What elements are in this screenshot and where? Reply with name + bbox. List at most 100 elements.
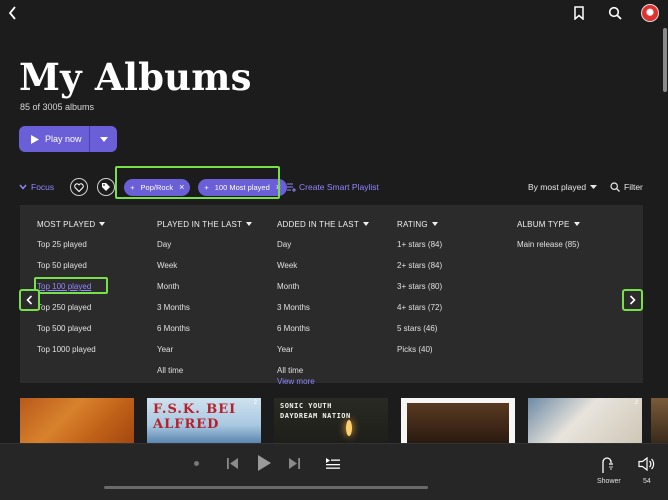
focus-item[interactable]: 2+ stars (84) (397, 261, 442, 270)
queue-icon[interactable] (325, 456, 341, 470)
focus-item[interactable]: Month (157, 282, 179, 291)
highlight-box (34, 277, 108, 294)
player-bar (0, 443, 668, 500)
volume-icon[interactable] (638, 456, 656, 472)
caret-down-icon (362, 222, 369, 226)
bookmark-icon[interactable] (570, 4, 588, 22)
album-cover[interactable]: 2 (528, 398, 642, 443)
chevron-down-icon (19, 184, 27, 190)
tag-icon (102, 183, 111, 191)
create-smart-playlist-link[interactable]: Create Smart Playlist (287, 182, 379, 192)
album-art (407, 403, 509, 443)
play-options-button[interactable] (90, 126, 117, 152)
focus-item[interactable]: Month (277, 282, 299, 291)
album-cover[interactable]: F.S.K. BEI ALFRED 2 (147, 398, 261, 443)
focus-item[interactable]: All time (157, 366, 183, 375)
album-art-text: DAYDREAM NATION (280, 412, 351, 420)
caret-down-icon (246, 222, 253, 226)
focus-item[interactable]: Main release (85) (517, 240, 579, 249)
candle-flame (346, 420, 352, 436)
album-cover[interactable]: SONIC YOUTH DAYDREAM NATION (274, 398, 388, 443)
focus-item[interactable]: 4+ stars (72) (397, 303, 442, 312)
focus-item[interactable]: All time (277, 366, 303, 375)
focus-item[interactable]: Week (277, 261, 297, 270)
focus-column-added-in-last: ADDED IN THE LAST Day Week Month 3 Month… (277, 218, 369, 375)
focus-item[interactable]: Year (277, 345, 293, 354)
highlight-box (115, 166, 280, 199)
album-badge: 2 (634, 400, 638, 406)
focus-item[interactable]: Day (157, 240, 171, 249)
focus-item[interactable]: Day (277, 240, 291, 249)
back-icon[interactable] (4, 4, 22, 22)
album-cover[interactable] (651, 398, 668, 443)
create-smart-label: Create Smart Playlist (299, 182, 379, 192)
focus-item[interactable]: Top 1000 played (37, 345, 96, 354)
focus-column-most-played: MOST PLAYED Top 25 played Top 50 played … (37, 218, 106, 354)
caret-down-icon (99, 136, 108, 142)
playback-progress-bar[interactable] (104, 486, 428, 489)
focus-column-rating: RATING 1+ stars (84) 2+ stars (84) 3+ st… (397, 218, 442, 355)
album-count: 85 of 3005 albums (20, 102, 95, 112)
view-more-link[interactable]: View more (277, 377, 315, 386)
focus-item[interactable]: Top 50 played (37, 261, 87, 270)
album-art-text: SONIC YOUTH (280, 402, 332, 410)
previous-track-icon[interactable] (226, 456, 240, 470)
shuffle-dot-icon[interactable] (194, 461, 199, 466)
play-icon (31, 134, 39, 144)
focus-item[interactable]: 1+ stars (84) (397, 240, 442, 249)
focus-item[interactable]: 6 Months (157, 324, 190, 333)
page-scrollbar[interactable] (663, 28, 667, 92)
focus-item[interactable]: Top 500 played (37, 324, 91, 333)
column-header-label: ALBUM TYPE (517, 219, 570, 229)
column-header[interactable]: PLAYED IN THE LAST (157, 218, 253, 230)
album-art-text: F.S.K. BEI ALFRED (153, 402, 237, 432)
column-header-label: ADDED IN THE LAST (277, 219, 359, 229)
play-now-label: Play now (45, 134, 82, 144)
focus-item[interactable]: 3 Months (157, 303, 190, 312)
caret-down-icon (99, 222, 106, 226)
play-now-button[interactable]: Play now (19, 126, 89, 152)
focus-item[interactable]: 6 Months (277, 324, 310, 333)
focus-toggle[interactable]: Focus (19, 182, 54, 192)
focus-item[interactable]: Picks (40) (397, 345, 433, 354)
focus-item[interactable]: Week (157, 261, 177, 270)
focus-column-album-type: ALBUM TYPE Main release (85) (517, 218, 580, 249)
scroll-right-button[interactable] (622, 289, 643, 311)
column-header[interactable]: MOST PLAYED (37, 218, 106, 230)
filter-label: Filter (624, 182, 643, 192)
avatar[interactable] (641, 4, 659, 22)
focus-item[interactable]: Top 250 played (37, 303, 91, 312)
album-cover[interactable] (20, 398, 134, 443)
focus-item[interactable]: 3+ stars (80) (397, 282, 442, 291)
focus-column-played-in-last: PLAYED IN THE LAST Day Week Month 3 Mont… (157, 218, 253, 375)
column-header[interactable]: ADDED IN THE LAST (277, 218, 369, 230)
favorites-filter-button[interactable] (70, 178, 89, 196)
zone-label: Shower (597, 478, 621, 485)
focus-item[interactable]: Year (157, 345, 173, 354)
album-badge: 2 (253, 400, 257, 406)
search-icon[interactable] (606, 4, 624, 22)
focus-item[interactable]: 5 stars (46) (397, 324, 437, 333)
chevron-right-icon (629, 295, 636, 305)
focus-item[interactable]: 3 Months (277, 303, 310, 312)
search-icon (610, 182, 620, 192)
album-cover[interactable] (401, 398, 515, 443)
play-icon[interactable] (256, 454, 272, 472)
tags-filter-button[interactable] (97, 178, 116, 196)
volume-value: 54 (643, 478, 651, 485)
column-header-label: MOST PLAYED (37, 219, 96, 229)
caret-down-icon (590, 185, 598, 189)
caret-down-icon (573, 222, 580, 226)
next-track-icon[interactable] (287, 456, 301, 470)
focus-item[interactable]: Top 25 played (37, 240, 87, 249)
sort-label: By most played (528, 182, 587, 192)
filter-button[interactable]: Filter (610, 182, 643, 192)
column-header-label: RATING (397, 219, 428, 229)
column-header[interactable]: ALBUM TYPE (517, 218, 580, 230)
column-header[interactable]: RATING (397, 218, 438, 230)
zone-speaker-icon[interactable] (599, 456, 615, 474)
heart-icon (74, 182, 84, 192)
scroll-left-button[interactable] (19, 289, 40, 311)
page-title: My Albums (19, 55, 252, 99)
sort-dropdown[interactable]: By most played (528, 182, 598, 192)
